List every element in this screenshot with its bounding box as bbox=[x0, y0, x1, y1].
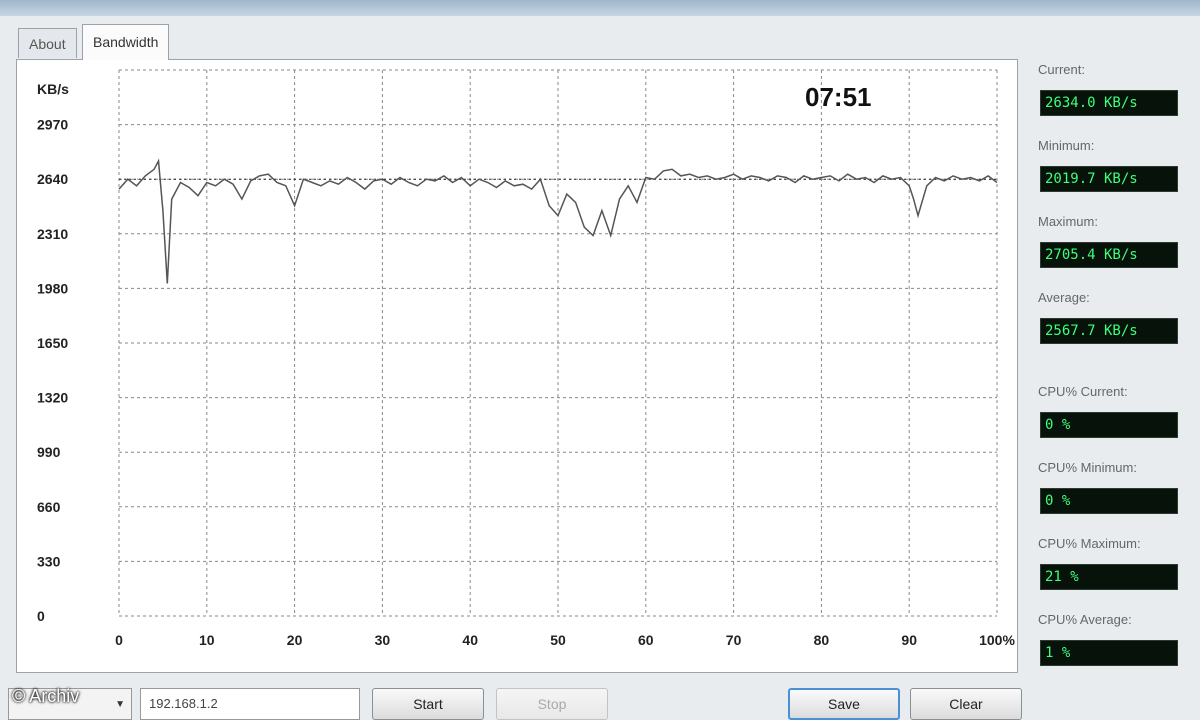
tab-about[interactable]: About bbox=[18, 28, 77, 58]
x-tick-label: 100% bbox=[979, 632, 1015, 648]
stop-button[interactable]: Stop bbox=[496, 688, 608, 720]
stat-value: 2019.7 KB/s bbox=[1040, 166, 1178, 192]
window-title-bar bbox=[0, 0, 1200, 16]
x-tick-label: 60 bbox=[638, 632, 654, 648]
x-tick-label: 70 bbox=[726, 632, 742, 648]
archive-watermark: © Archiv bbox=[12, 686, 80, 706]
chart-grid bbox=[118, 69, 998, 617]
x-tick-label: 20 bbox=[287, 632, 303, 648]
stat-value: 21 % bbox=[1040, 564, 1178, 590]
bandwidth-chart: 0 330 660 990 1320 1650 1980 2310 2640 2970 0 10 20… bbox=[37, 69, 1015, 648]
stat-label: CPU% Current: bbox=[1038, 384, 1128, 399]
elapsed-timer: 07:51 bbox=[805, 82, 872, 112]
stat-label: Minimum: bbox=[1038, 138, 1095, 153]
ip-address-input[interactable]: 192.168.1.2 bbox=[140, 688, 360, 720]
y-tick-label: 1980 bbox=[37, 280, 68, 296]
y-tick-label: 1650 bbox=[37, 335, 68, 351]
save-button[interactable]: Save bbox=[788, 688, 900, 720]
x-tick-label: 80 bbox=[814, 632, 830, 648]
start-button[interactable]: Start bbox=[372, 688, 484, 720]
y-tick-label: 2640 bbox=[37, 171, 68, 187]
stat-value: 2567.7 KB/s bbox=[1040, 318, 1178, 344]
y-axis-label: KB/s bbox=[37, 81, 69, 97]
x-tick-label: 90 bbox=[901, 632, 917, 648]
x-tick-label: 40 bbox=[462, 632, 478, 648]
x-tick-label: 50 bbox=[550, 632, 566, 648]
stat-label: Average: bbox=[1038, 290, 1090, 305]
x-tick-label: 10 bbox=[199, 632, 215, 648]
stat-label: CPU% Average: bbox=[1038, 612, 1132, 627]
stat-value: 2705.4 KB/s bbox=[1040, 242, 1178, 268]
y-tick-label: 660 bbox=[37, 499, 61, 515]
stat-value: 0 % bbox=[1040, 488, 1178, 514]
chevron-down-icon[interactable]: ▼ bbox=[115, 699, 125, 710]
stat-value: 1 % bbox=[1040, 640, 1178, 666]
y-tick-label: 990 bbox=[37, 444, 61, 460]
y-axis-ticks: 0 330 660 990 1320 1650 1980 2310 2640 2970 bbox=[37, 117, 68, 624]
stat-label: Maximum: bbox=[1038, 214, 1098, 229]
clear-button[interactable]: Clear bbox=[910, 688, 1022, 720]
bandwidth-panel: 0 330 660 990 1320 1650 1980 2310 2640 2970 0 10 20… bbox=[16, 59, 1018, 673]
y-tick-label: 1320 bbox=[37, 390, 68, 406]
y-tick-label: 330 bbox=[37, 553, 61, 569]
stat-label: CPU% Maximum: bbox=[1038, 536, 1141, 551]
x-axis-ticks: 0 10 20 30 40 50 60 70 80 90 100% bbox=[115, 632, 1015, 648]
tab-bandwidth[interactable]: Bandwidth bbox=[82, 24, 170, 60]
y-tick-label: 0 bbox=[37, 608, 45, 624]
x-tick-label: 30 bbox=[375, 632, 391, 648]
stat-value: 2634.0 KB/s bbox=[1040, 90, 1178, 116]
y-tick-label: 2970 bbox=[37, 117, 68, 133]
stat-value: 0 % bbox=[1040, 412, 1178, 438]
stat-label: Current: bbox=[1038, 62, 1085, 77]
y-tick-label: 2310 bbox=[37, 226, 68, 242]
stat-label: CPU% Minimum: bbox=[1038, 460, 1137, 475]
x-tick-label: 0 bbox=[115, 632, 123, 648]
